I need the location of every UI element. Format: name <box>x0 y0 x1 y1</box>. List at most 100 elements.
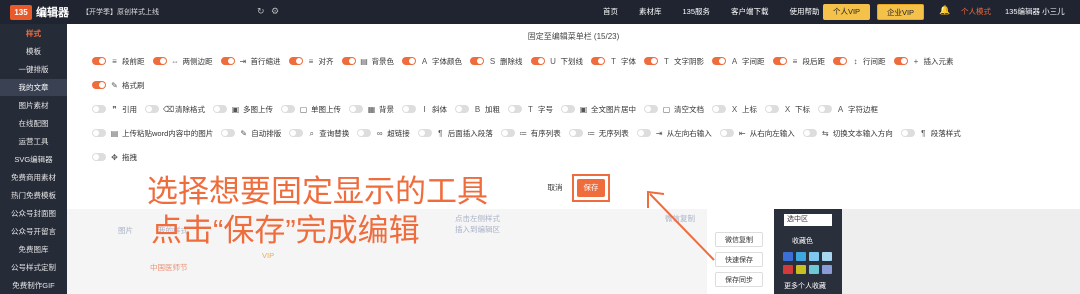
toggle-switch[interactable] <box>152 57 167 65</box>
option-drag[interactable]: ✥ 拖拽 <box>92 152 137 163</box>
color-swatch[interactable] <box>809 252 819 261</box>
color-swatch[interactable] <box>809 265 819 274</box>
option-line-height[interactable]: ↕ 行间距 <box>833 56 886 67</box>
toggle-switch[interactable] <box>719 129 734 137</box>
option-indent[interactable]: ⇥ 首行缩进 <box>220 56 281 67</box>
nav-help[interactable]: 使用帮助 <box>790 6 820 17</box>
toggle-switch[interactable] <box>644 105 658 113</box>
toggle-switch[interactable] <box>802 129 817 137</box>
color-swatch[interactable] <box>822 252 832 261</box>
sidebar-item-my-articles[interactable]: 我的文章 <box>0 79 67 96</box>
color-swatch[interactable] <box>783 265 793 274</box>
sidebar-item-free-gallery[interactable]: 免费图库 <box>0 241 67 258</box>
option-ordered-list[interactable]: ≔ 有序列表 <box>500 128 561 139</box>
option-side-margin[interactable]: ⇔ 两侧边距 <box>152 56 213 67</box>
color-swatch[interactable] <box>783 252 793 261</box>
toggle-switch[interactable] <box>833 57 847 65</box>
nav-library[interactable]: 素材库 <box>639 6 662 17</box>
toggle-switch[interactable] <box>213 105 227 113</box>
option-clear-document[interactable]: ▢ 清空文档 <box>644 104 704 115</box>
toggle-switch[interactable] <box>772 57 787 65</box>
option-paragraph-before[interactable]: ≡ 段前距 <box>92 56 145 67</box>
option-toggle-direction[interactable]: ⇆ 切换文本输入方向 <box>802 128 893 139</box>
sidebar-item-free-materials[interactable]: 免费商用素材 <box>0 169 67 186</box>
option-font[interactable]: T 字体 <box>591 56 636 67</box>
sidebar-item-hot-templates[interactable]: 热门免费模板 <box>0 187 67 204</box>
toggle-switch[interactable] <box>92 81 106 89</box>
toggle-switch[interactable] <box>500 129 515 137</box>
toggle-switch[interactable] <box>289 129 304 137</box>
toggle-switch[interactable] <box>92 129 106 137</box>
settings-icon[interactable]: ⚙ <box>271 6 279 17</box>
option-paragraph-after[interactable]: ≡ 段后距 <box>772 56 825 67</box>
toggle-switch[interactable] <box>561 105 575 113</box>
more-favorites-link[interactable]: 更多个人收藏 <box>784 281 826 291</box>
option-auto-format[interactable]: ✎ 自动排版 <box>221 128 281 139</box>
mode-switch[interactable]: 个人模式 <box>961 6 991 17</box>
promo-link[interactable]: 【开学季】原创样式上线 <box>82 7 159 17</box>
favorite-colors-label[interactable]: 收藏色 <box>792 236 813 246</box>
toggle-switch[interactable] <box>818 105 832 113</box>
toggle-switch[interactable] <box>455 105 469 113</box>
toggle-switch[interactable] <box>712 57 726 65</box>
toggle-switch[interactable] <box>145 105 159 113</box>
option-ltr[interactable]: ⇥ 从左向右输入 <box>636 128 712 139</box>
toggle-switch[interactable] <box>92 105 106 113</box>
toggle-switch[interactable] <box>281 105 295 113</box>
toggle-switch[interactable] <box>591 57 605 65</box>
sidebar-item-cover-images[interactable]: 公众号封面图 <box>0 205 67 222</box>
option-link[interactable]: ∞ 超链接 <box>357 128 410 139</box>
toggle-switch[interactable] <box>712 105 726 113</box>
logo[interactable]: 135 编辑器 <box>10 4 69 20</box>
option-italic[interactable]: I 斜体 <box>402 104 447 115</box>
toggle-switch[interactable] <box>221 129 236 137</box>
option-single-image-upload[interactable]: ▢ 单图上传 <box>281 104 341 115</box>
option-character-border[interactable]: A 字符边框 <box>818 104 878 115</box>
sidebar-item-custom-styles[interactable]: 公号样式定制 <box>0 259 67 276</box>
toggle-switch[interactable] <box>349 105 363 113</box>
nav-home[interactable]: 首页 <box>603 6 618 17</box>
color-swatch[interactable] <box>796 252 806 261</box>
toggle-switch[interactable] <box>893 57 908 65</box>
sidebar-item-templates[interactable]: 模板 <box>0 43 67 60</box>
color-swatch[interactable] <box>822 265 832 274</box>
toggle-switch[interactable] <box>220 57 235 65</box>
option-letter-spacing[interactable]: A 字间距 <box>712 56 765 67</box>
nav-services[interactable]: 135服务 <box>683 6 711 17</box>
option-underline[interactable]: U 下划线 <box>530 56 583 67</box>
enterprise-vip-button[interactable]: 企业VIP <box>877 4 924 20</box>
toggle-switch[interactable] <box>402 105 416 113</box>
option-center-images[interactable]: ▣ 全文图片居中 <box>561 104 636 115</box>
option-insert-element[interactable]: + 插入元素 <box>893 56 954 67</box>
option-align[interactable]: ≡ 对齐 <box>288 56 334 67</box>
option-unordered-list[interactable]: ≔ 无序列表 <box>568 128 629 139</box>
bell-icon[interactable]: 🔔 <box>939 5 950 16</box>
sidebar-item-styles[interactable]: 样式 <box>0 25 67 42</box>
toggle-switch[interactable] <box>765 105 779 113</box>
toggle-switch[interactable] <box>341 57 356 65</box>
toggle-switch[interactable] <box>417 129 432 137</box>
toggle-switch[interactable] <box>508 105 522 113</box>
option-format-painter[interactable]: ✎ 格式刷 <box>92 80 145 91</box>
toggle-switch[interactable] <box>900 129 915 137</box>
toggle-switch[interactable] <box>568 129 583 137</box>
save-sync-button[interactable]: 保存同步 <box>715 272 763 287</box>
option-font-size[interactable]: T 字号 <box>508 104 553 115</box>
option-bold[interactable]: B 加粗 <box>455 104 500 115</box>
option-strikethrough[interactable]: S 删除线 <box>470 56 523 67</box>
toggle-switch[interactable] <box>636 129 651 137</box>
user-menu[interactable]: 135编辑器 小三儿 <box>1005 6 1065 17</box>
sidebar-item-comments[interactable]: 公众号开留言 <box>0 223 67 240</box>
option-multi-image-upload[interactable]: ▣ 多图上传 <box>213 104 273 115</box>
option-search-replace[interactable]: ⌕ 查询替换 <box>289 128 349 139</box>
option-insert-paragraph-after[interactable]: ¶ 后面插入段落 <box>417 128 493 139</box>
sidebar-item-online-images[interactable]: 在线配图 <box>0 115 67 132</box>
option-background-color[interactable]: ▤ 背景色 <box>341 56 394 67</box>
wechat-copy-button[interactable]: 微信复制 <box>715 232 763 247</box>
toggle-switch[interactable] <box>92 57 106 65</box>
toggle-switch[interactable] <box>530 57 545 65</box>
toggle-switch[interactable] <box>644 57 658 65</box>
sidebar-item-ops-tools[interactable]: 运营工具 <box>0 133 67 150</box>
toggle-switch[interactable] <box>402 57 416 65</box>
sidebar-item-one-click-layout[interactable]: 一键排版 <box>0 61 67 78</box>
